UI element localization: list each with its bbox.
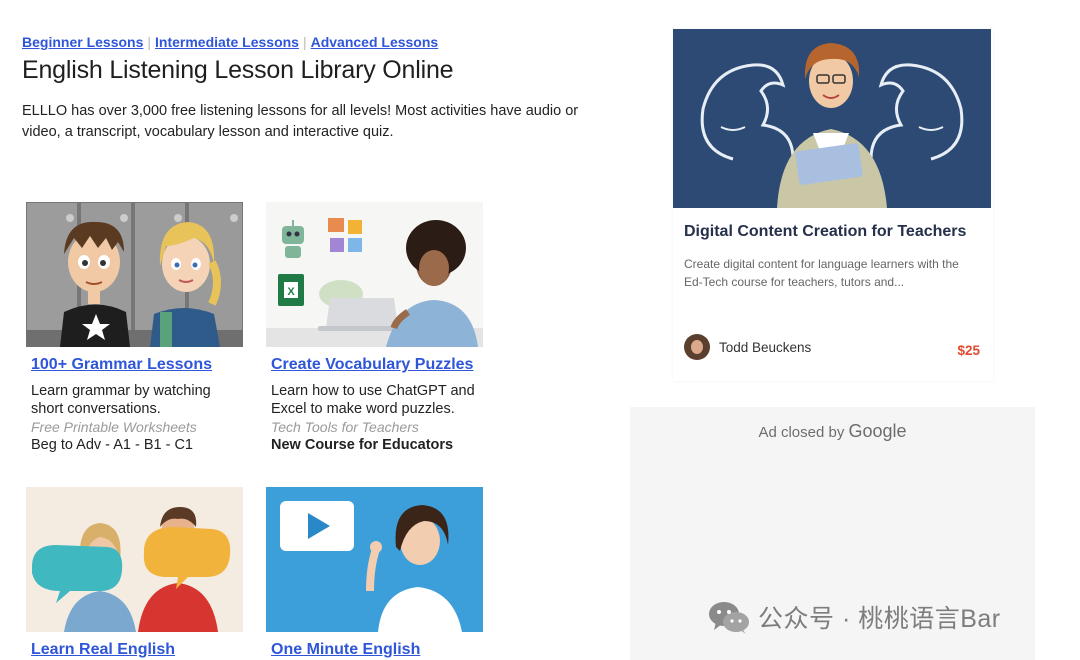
one-minute-english-thumbnail[interactable] <box>266 487 483 632</box>
speech-bubbles-image <box>26 487 243 632</box>
real-english-thumbnail[interactable] <box>26 487 243 632</box>
wechat-icon <box>709 602 749 634</box>
video-woman-image <box>266 487 483 632</box>
author-name: Todd Beuckens <box>719 339 812 355</box>
teacher-chalkboard-image <box>673 29 991 208</box>
promo-author: Todd Beuckens <box>684 334 811 360</box>
google-wordmark: Google <box>848 421 907 441</box>
promo-price: $25 <box>957 343 980 358</box>
promo-title[interactable]: Digital Content Creation for Teachers <box>684 223 966 241</box>
real-english-link[interactable]: Learn Real English <box>31 641 246 659</box>
promo-image <box>673 29 991 208</box>
wechat-watermark: 公众号 · 桃桃语言Bar <box>708 599 1001 635</box>
student-laptop-image: X <box>266 202 483 347</box>
cartoon-students-image <box>26 202 243 347</box>
nav-intermediate-lessons[interactable]: Intermediate Lessons <box>155 34 299 50</box>
card-grammar: 100+ Grammar Lessons Learn grammar by wa… <box>26 202 246 454</box>
grammar-lessons-link[interactable]: 100+ Grammar Lessons <box>31 356 246 374</box>
svg-text:X: X <box>287 286 295 298</box>
watermark-text: 公众号 · 桃桃语言Bar <box>758 605 1001 633</box>
ad-closed-label: Ad closed by Google <box>630 421 1035 442</box>
card-vocabulary-puzzles: X Create Vocabulary Puzzles Learn how to… <box>266 202 486 454</box>
author-avatar <box>684 334 710 360</box>
ad-closed-text: Ad closed by <box>758 424 845 441</box>
page-title: English Listening Lesson Library Online <box>22 56 454 84</box>
grammar-thumbnail[interactable] <box>26 202 243 347</box>
grammar-levels: Beg to Adv - A1 - B1 - C1 <box>31 437 193 453</box>
vocabulary-subtitle: Tech Tools for Teachers <box>271 419 419 435</box>
card-real-english: Learn Real English <box>26 487 246 659</box>
vocabulary-puzzles-link[interactable]: Create Vocabulary Puzzles <box>271 356 486 374</box>
promo-description: Create digital content for language lear… <box>684 257 959 289</box>
grammar-subtitle: Free Printable Worksheets <box>31 419 197 435</box>
level-nav: Beginner Lessons | Intermediate Lessons | Ad… <box>22 34 438 50</box>
grammar-description: Learn grammar by watching short conversa… <box>31 383 211 417</box>
vocabulary-course-label: New Course for Educators <box>271 437 454 453</box>
card-one-minute-english: One Minute English <box>266 487 486 659</box>
vocabulary-description: Learn how to use ChatGPT and Excel to ma… <box>271 383 475 417</box>
nav-beginner-lessons[interactable]: Beginner Lessons <box>22 34 143 50</box>
nav-separator: | <box>302 34 307 50</box>
nav-advanced-lessons[interactable]: Advanced Lessons <box>311 34 439 50</box>
vocabulary-thumbnail[interactable]: X <box>266 202 483 347</box>
nav-separator: | <box>147 34 152 50</box>
course-promo-card[interactable]: Digital Content Creation for Teachers Cr… <box>673 29 993 381</box>
one-minute-english-link[interactable]: One Minute English <box>271 641 486 659</box>
intro-text: ELLLO has over 3,000 free listening less… <box>22 103 579 140</box>
